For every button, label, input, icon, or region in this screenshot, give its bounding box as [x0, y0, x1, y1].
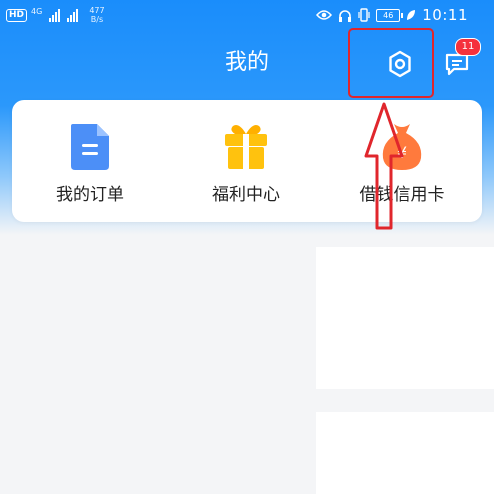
vibrate-icon	[358, 8, 370, 22]
message-count-badge: 11	[455, 38, 481, 56]
leaf-icon	[407, 10, 416, 20]
hd-badge: HD	[6, 8, 28, 22]
content-panel	[316, 247, 494, 389]
status-bar-left: HD 4G 477 B/s	[6, 6, 105, 24]
annotation-arrow	[364, 102, 404, 230]
network-speed: 477 B/s	[89, 6, 104, 24]
shortcut-my-orders[interactable]: 我的订单	[12, 100, 168, 222]
gift-icon	[225, 125, 267, 169]
battery-icon: 46	[376, 8, 404, 22]
network-speed-unit: B/s	[90, 15, 104, 24]
shortcut-card: 我的订单 福利中心 ¥ 借钱信用卡	[12, 100, 482, 222]
clock: 10:11	[422, 6, 468, 24]
signal-icon	[49, 8, 61, 22]
eye-icon	[316, 10, 333, 20]
network-speed-value: 477	[89, 6, 105, 15]
shortcut-label: 福利中心	[212, 185, 280, 205]
content-panel-lower	[316, 412, 494, 494]
shortcut-label: 我的订单	[56, 185, 124, 205]
status-bar-right: 46 10:11	[316, 6, 468, 24]
headphones-icon	[339, 9, 352, 22]
document-icon	[71, 124, 109, 170]
settings-highlight-box	[348, 28, 434, 98]
battery-level: 46	[383, 10, 394, 20]
shortcut-welfare-center[interactable]: 福利中心	[168, 100, 324, 222]
app-screen: HD 4G 477 B/s 46 10:11 我的 11 我的订单 福利中心 ¥…	[0, 0, 494, 494]
signal-icon-2	[67, 8, 79, 22]
network-type-label: 4G	[31, 6, 43, 16]
